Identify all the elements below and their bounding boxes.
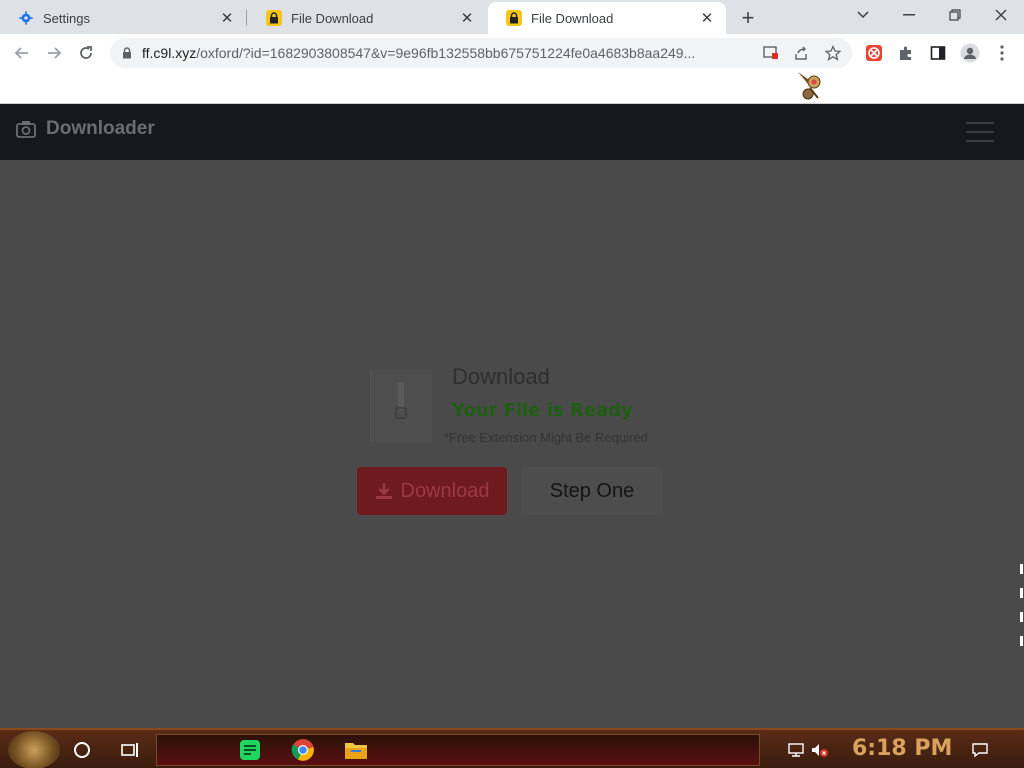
share-icon[interactable] [788,40,814,66]
network-icon[interactable] [786,740,806,760]
task-view-icon[interactable] [118,738,142,762]
lock-icon[interactable] [122,46,136,60]
download-icon [375,483,392,499]
lock-icon [266,10,282,26]
lock-icon [506,10,522,26]
chrome-icon[interactable] [291,738,315,762]
brand-name: Downloader [46,118,155,139]
bookmark-bar [0,72,1024,104]
url-text: ff.c9l.xyz/oxford/?id=1682903808547&v=9e… [142,45,750,61]
volume-muted-icon[interactable] [810,740,830,760]
step-one-button[interactable]: Step One [522,467,662,515]
download-title: Download [452,364,550,389]
download-button[interactable]: Download [357,467,507,515]
url-host: ff.c9l.xyz [142,45,197,61]
notification-icon[interactable] [970,740,990,760]
menu-kebab-icon[interactable] [988,39,1016,67]
taskbar: 6:18 PM [0,728,1024,768]
page-content: Downloader Download Your File is Ready *… [0,104,1024,728]
steampunk-cursor-icon [796,70,826,102]
tab-title: File Download [531,10,614,26]
site-brand[interactable]: Downloader [16,118,155,140]
side-panel-icon[interactable] [924,39,952,67]
hamburger-menu-icon[interactable] [966,122,994,142]
download-button-label: Download [400,479,490,502]
extensions-puzzle-icon[interactable] [892,39,920,67]
forward-icon[interactable] [40,39,68,67]
minimize-button[interactable] [886,0,932,30]
notes-app-icon[interactable] [238,738,262,762]
close-icon[interactable]: ✕ [218,9,236,27]
tab-strip: Settings ✕ File Download ✕ File Download… [0,0,1024,34]
extension-note: *Free Extension Might Be Required [444,430,648,445]
restore-button[interactable] [932,0,978,30]
tab-settings[interactable]: Settings ✕ [0,2,246,34]
close-icon[interactable]: ✕ [698,9,716,27]
file-ready-text: Your File is Ready [452,400,633,421]
tab-title: Settings [43,10,90,26]
bookmark-star-icon[interactable] [820,40,846,66]
camera-icon [16,121,36,138]
close-icon[interactable]: ✕ [458,9,476,27]
url-path: /oxford/?id=1682903808547&v=9e96fb132558… [196,45,696,61]
reload-icon[interactable] [72,39,100,67]
file-explorer-icon[interactable] [344,738,368,762]
taskbar-clock[interactable]: 6:18 PM [852,736,952,761]
new-tab-button[interactable]: + [736,5,760,30]
cast-blocked-icon[interactable] [758,40,784,66]
browser-toolbar: ff.c9l.xyz/oxford/?id=1682903808547&v=9e… [0,34,1024,72]
site-navbar: Downloader [0,104,1024,160]
step-one-label: Step One [549,479,635,502]
start-button[interactable] [8,731,60,768]
search-circle-icon[interactable] [70,738,94,762]
tab-file-download-1[interactable]: File Download ✕ [248,2,486,34]
zip-file-icon [370,370,432,442]
tab-search-icon[interactable] [840,0,886,30]
tab-divider [246,10,247,26]
edge-artifact [1020,564,1024,654]
profile-avatar-icon[interactable] [956,39,984,67]
tab-file-download-2[interactable]: File Download ✕ [488,2,726,34]
extension-blocker-icon[interactable] [860,39,888,67]
back-icon[interactable] [8,39,36,67]
tab-title: File Download [291,10,374,26]
gear-icon [18,10,34,26]
download-card: Download Your File is Ready *Free Extens… [356,360,676,520]
address-bar[interactable]: ff.c9l.xyz/oxford/?id=1682903808547&v=9e… [110,38,852,68]
close-window-button[interactable] [978,0,1024,30]
